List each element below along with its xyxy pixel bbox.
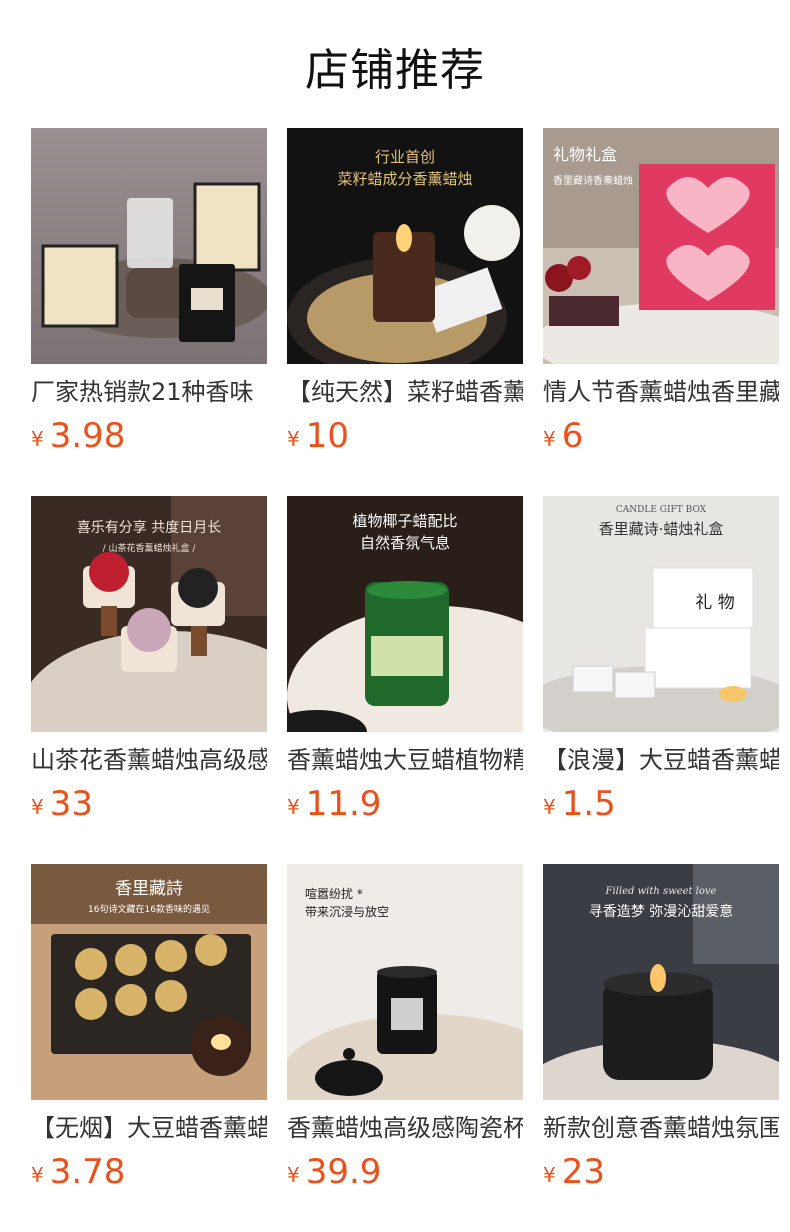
currency-symbol: ¥ — [31, 795, 44, 819]
product-name[interactable]: 【无烟】大豆蜡香薰蜡烛 — [31, 1112, 267, 1144]
product-image[interactable]: 植物椰子蜡配比 自然香氛气息 — [287, 496, 523, 732]
image-caption-line: 植物椰子蜡配比 — [352, 512, 457, 530]
image-caption-line: / 山茶花香薰蜡烛礼盒 / — [103, 542, 197, 554]
product-card[interactable]: 礼物礼盒 香里藏诗香薰蜡烛 情人节香薰蜡烛香里藏诗 ¥6 — [543, 128, 779, 496]
product-price: ¥10 — [287, 416, 349, 456]
price-value: 6 — [561, 416, 584, 456]
product-name[interactable]: 厂家热销款21种香味 — [31, 376, 267, 408]
product-image[interactable]: 喜乐有分享 共度日月长 / 山茶花香薰蜡烛礼盒 / — [31, 496, 267, 732]
product-grid: 厂家热销款21种香味 ¥3.98 行业首创 菜籽蜡成分香薰蜡烛 【纯天然】菜籽蜡… — [31, 128, 779, 1232]
product-price: ¥1.5 — [543, 784, 616, 824]
image-caption-line: 寻香造梦 弥漫沁甜爱意 — [589, 903, 733, 920]
price-value: 3.78 — [49, 1152, 126, 1192]
image-caption-line: 16句诗文藏在16款香味的遇见 — [88, 903, 210, 915]
price-value: 33 — [49, 784, 93, 824]
product-image[interactable] — [31, 128, 267, 364]
product-name[interactable]: 新款创意香薰蜡烛氛围 — [543, 1112, 779, 1144]
image-caption-line: 喧嚣纷扰 * — [305, 886, 363, 901]
product-price: ¥39.9 — [287, 1152, 381, 1192]
image-caption-line: 礼 物 — [695, 593, 734, 613]
product-price: ¥23 — [543, 1152, 605, 1192]
product-name[interactable]: 【浪漫】大豆蜡香薰蜡烛 — [543, 744, 779, 776]
price-value: 11.9 — [305, 784, 382, 824]
product-image[interactable]: 行业首创 菜籽蜡成分香薰蜡烛 — [287, 128, 523, 364]
image-caption-line: 香里藏诗·蜡烛礼盒 — [599, 520, 724, 538]
product-image[interactable]: Filled with sweet love 寻香造梦 弥漫沁甜爱意 — [543, 864, 779, 1100]
product-card[interactable]: 香里藏詩 16句诗文藏在16款香味的遇见 【无烟】大豆蜡香薰蜡烛 ¥3.78 — [31, 864, 267, 1232]
currency-symbol: ¥ — [287, 1163, 300, 1187]
product-price: ¥11.9 — [287, 784, 381, 824]
currency-symbol: ¥ — [31, 427, 44, 451]
currency-symbol: ¥ — [543, 795, 556, 819]
currency-symbol: ¥ — [31, 1163, 44, 1187]
product-image[interactable]: 礼物礼盒 香里藏诗香薰蜡烛 — [543, 128, 779, 364]
currency-symbol: ¥ — [287, 795, 300, 819]
product-price: ¥3.98 — [31, 416, 125, 456]
price-value: 39.9 — [305, 1152, 382, 1192]
currency-symbol: ¥ — [287, 427, 300, 451]
currency-symbol: ¥ — [543, 1163, 556, 1187]
currency-symbol: ¥ — [543, 427, 556, 451]
product-card[interactable]: 植物椰子蜡配比 自然香氛气息 香薰蜡烛大豆蜡植物精油 ¥11.9 — [287, 496, 523, 864]
price-value: 3.98 — [49, 416, 126, 456]
product-image[interactable]: CANDLE GIFT BOX 香里藏诗·蜡烛礼盒 礼 物 — [543, 496, 779, 732]
image-caption-line: 自然香氛气息 — [360, 534, 450, 552]
product-card[interactable]: 喜乐有分享 共度日月长 / 山茶花香薰蜡烛礼盒 / 山茶花香薰蜡烛高级感 ¥33 — [31, 496, 267, 864]
image-caption-line: 带来沉浸与放空 — [305, 904, 389, 919]
product-name[interactable]: 山茶花香薰蜡烛高级感 — [31, 744, 267, 776]
image-caption-line: 行业首创 — [375, 148, 435, 166]
image-caption-line: CANDLE GIFT BOX — [616, 505, 707, 515]
price-value: 1.5 — [561, 784, 616, 824]
image-caption-line: 礼物礼盒 — [553, 145, 617, 164]
image-caption-line: 喜乐有分享 共度日月长 — [77, 519, 221, 536]
price-value: 10 — [305, 416, 349, 456]
product-card[interactable]: Filled with sweet love 寻香造梦 弥漫沁甜爱意 新款创意香… — [543, 864, 779, 1232]
image-caption-line: 香里藏诗香薰蜡烛 — [553, 174, 633, 187]
product-card[interactable]: 行业首创 菜籽蜡成分香薰蜡烛 【纯天然】菜籽蜡香薰 ¥10 — [287, 128, 523, 496]
product-image[interactable]: 喧嚣纷扰 * 带来沉浸与放空 — [287, 864, 523, 1100]
product-name[interactable]: 情人节香薰蜡烛香里藏诗 — [543, 376, 779, 408]
image-caption-line: 菜籽蜡成分香薰蜡烛 — [337, 170, 472, 188]
page-title: 店铺推荐 — [305, 45, 485, 96]
product-name[interactable]: 香薰蜡烛大豆蜡植物精油 — [287, 744, 523, 776]
product-price: ¥33 — [31, 784, 93, 824]
product-price: ¥3.78 — [31, 1152, 125, 1192]
product-name[interactable]: 【纯天然】菜籽蜡香薰 — [287, 376, 523, 408]
store-recommendations-page: 店铺推荐 厂家热销款21种香味 ¥ 3.98 行业首创 菜籽蜡成分香薰蜡烛 【纯… — [0, 0, 790, 1232]
image-caption-line: 香里藏詩 — [115, 879, 183, 899]
image-caption-line: Filled with sweet love — [605, 886, 717, 897]
product-card[interactable]: CANDLE GIFT BOX 香里藏诗·蜡烛礼盒 礼 物 【浪漫】大豆蜡香薰蜡… — [543, 496, 779, 864]
product-image[interactable]: 香里藏詩 16句诗文藏在16款香味的遇见 — [31, 864, 267, 1100]
product-price: ¥6 — [543, 416, 583, 456]
product-card[interactable]: 厂家热销款21种香味 ¥3.98 — [31, 128, 267, 496]
product-card[interactable]: 喧嚣纷扰 * 带来沉浸与放空 香薰蜡烛高级感陶瓷杯 ¥39.9 — [287, 864, 523, 1232]
product-name[interactable]: 香薰蜡烛高级感陶瓷杯 — [287, 1112, 523, 1144]
price-value: 23 — [561, 1152, 605, 1192]
